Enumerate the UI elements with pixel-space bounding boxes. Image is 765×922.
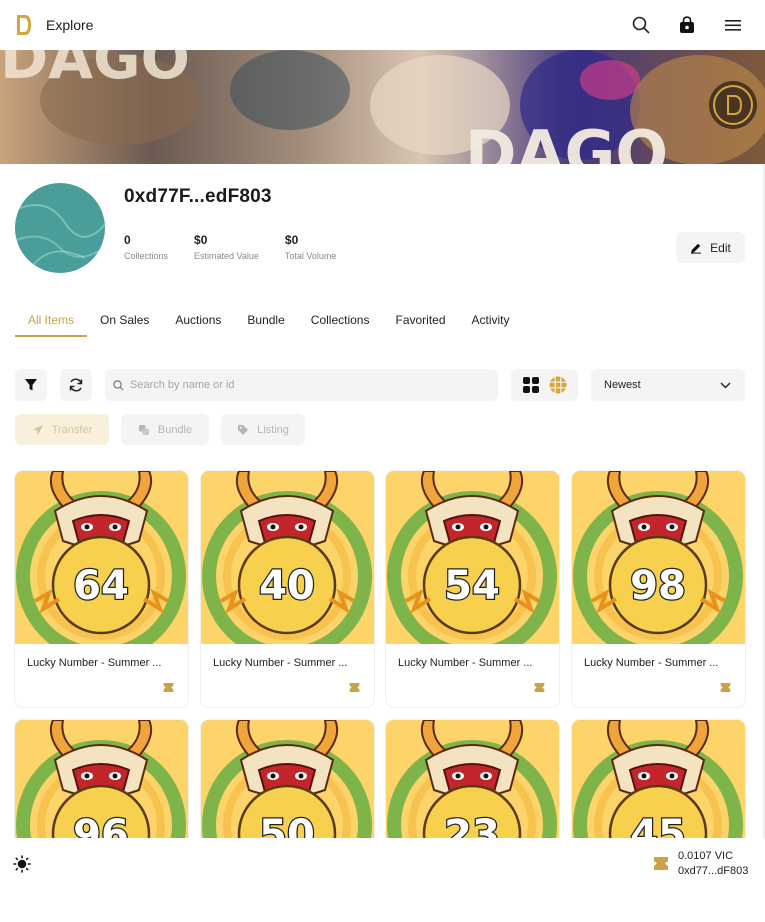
nft-image[interactable]: 54 (386, 471, 559, 661)
grid-small-icon[interactable] (549, 376, 568, 394)
stat-collections: 0 Collections (124, 233, 168, 263)
wallet-balance[interactable]: 0.0107 VIC (678, 849, 733, 863)
search-icon[interactable] (629, 13, 653, 37)
nft-card[interactable]: 98 Lucky Number - Summer ... (572, 471, 745, 707)
chain-icon (654, 857, 668, 870)
sort-value: Newest (604, 379, 641, 391)
svg-text:DAGO: DAGO (465, 117, 668, 164)
tab-all-items[interactable]: All Items (15, 311, 88, 337)
search-icon (113, 379, 124, 390)
top-nav: Explore (0, 0, 765, 50)
nft-name[interactable]: Lucky Number - Summer ... (572, 644, 745, 669)
refresh-button[interactable] (60, 369, 92, 401)
profile-address: 0xd77F...edF803 (124, 186, 272, 207)
stat-label: Collections (124, 251, 169, 261)
tag-icon (238, 424, 249, 435)
edit-profile-button[interactable]: Edit (676, 232, 745, 263)
nft-number: 98 (630, 563, 686, 609)
tab-activity[interactable]: Activity (459, 311, 523, 337)
menu-icon[interactable] (721, 13, 745, 37)
grid-large-icon[interactable] (522, 376, 540, 394)
nft-number: 64 (73, 563, 129, 609)
nft-card[interactable]: 54 Lucky Number - Summer ... (386, 471, 559, 707)
stat-value: $0 (194, 233, 208, 247)
tab-auctions[interactable]: Auctions (162, 311, 234, 337)
nft-number: 54 (444, 563, 500, 609)
view-toggle (511, 369, 578, 401)
search-input[interactable] (130, 379, 470, 391)
refresh-icon (69, 378, 83, 392)
nft-name[interactable]: Lucky Number - Summer ... (386, 644, 559, 669)
sort-select[interactable]: Newest (591, 369, 745, 401)
profile-banner: DAGO DAGO (0, 50, 765, 164)
transfer-button[interactable]: Transfer (15, 414, 109, 445)
bundle-icon (138, 424, 149, 435)
edit-icon (691, 243, 702, 254)
nft-card[interactable]: 40 Lucky Number - Summer ... (201, 471, 374, 707)
nft-card[interactable]: 64 Lucky Number - Summer ... (15, 471, 188, 707)
wallet-address[interactable]: 0xd77...dF803 (678, 864, 748, 878)
stat-label: Estimated Value (194, 251, 259, 261)
svg-text:DAGO: DAGO (0, 50, 190, 92)
chain-icon (720, 683, 731, 692)
transfer-label: Transfer (51, 423, 93, 436)
stat-estimated-value: $0 Estimated Value (194, 233, 259, 263)
filter-icon (25, 379, 37, 391)
footer-bar: 0.0107 VIC 0xd77...dF803 (0, 838, 765, 922)
nft-name[interactable]: Lucky Number - Summer ... (15, 644, 188, 669)
bag-icon[interactable] (675, 13, 699, 37)
stat-value: 0 (124, 233, 131, 247)
nft-image[interactable]: 64 (15, 471, 188, 661)
chevron-down-icon (720, 382, 731, 388)
avatar (15, 183, 105, 273)
chain-icon (163, 683, 174, 692)
listing-label: Listing (257, 423, 289, 436)
edit-label: Edit (710, 240, 731, 255)
bundle-label: Bundle (157, 423, 193, 436)
profile-tabs: All Items On Sales Auctions Bundle Colle… (15, 311, 523, 337)
send-icon (32, 424, 43, 435)
search-field[interactable] (105, 369, 498, 401)
tab-collections[interactable]: Collections (298, 311, 383, 337)
chain-icon (534, 683, 545, 692)
listing-button[interactable]: Listing (221, 414, 305, 445)
sun-icon[interactable] (13, 855, 31, 873)
explore-link[interactable]: Explore (46, 17, 93, 33)
stat-value: $0 (284, 233, 299, 247)
chain-icon (349, 683, 360, 692)
stat-label: Total Volume (284, 251, 337, 261)
stat-total-volume: $0 Total Volume (285, 233, 337, 263)
tab-on-sales[interactable]: On Sales (87, 311, 162, 337)
logo-icon[interactable] (16, 14, 32, 36)
nft-image[interactable]: 40 (201, 471, 374, 661)
bundle-button[interactable]: Bundle (121, 414, 209, 445)
tab-favorited[interactable]: Favorited (382, 311, 458, 337)
nft-image[interactable]: 98 (572, 471, 745, 661)
tab-bundle[interactable]: Bundle (234, 311, 297, 337)
profile-stats: 0 Collections $0 Estimated Value $0 Tota… (124, 233, 336, 263)
nft-number: 40 (259, 563, 315, 609)
nft-name[interactable]: Lucky Number - Summer ... (201, 644, 374, 669)
filter-button[interactable] (15, 369, 47, 401)
